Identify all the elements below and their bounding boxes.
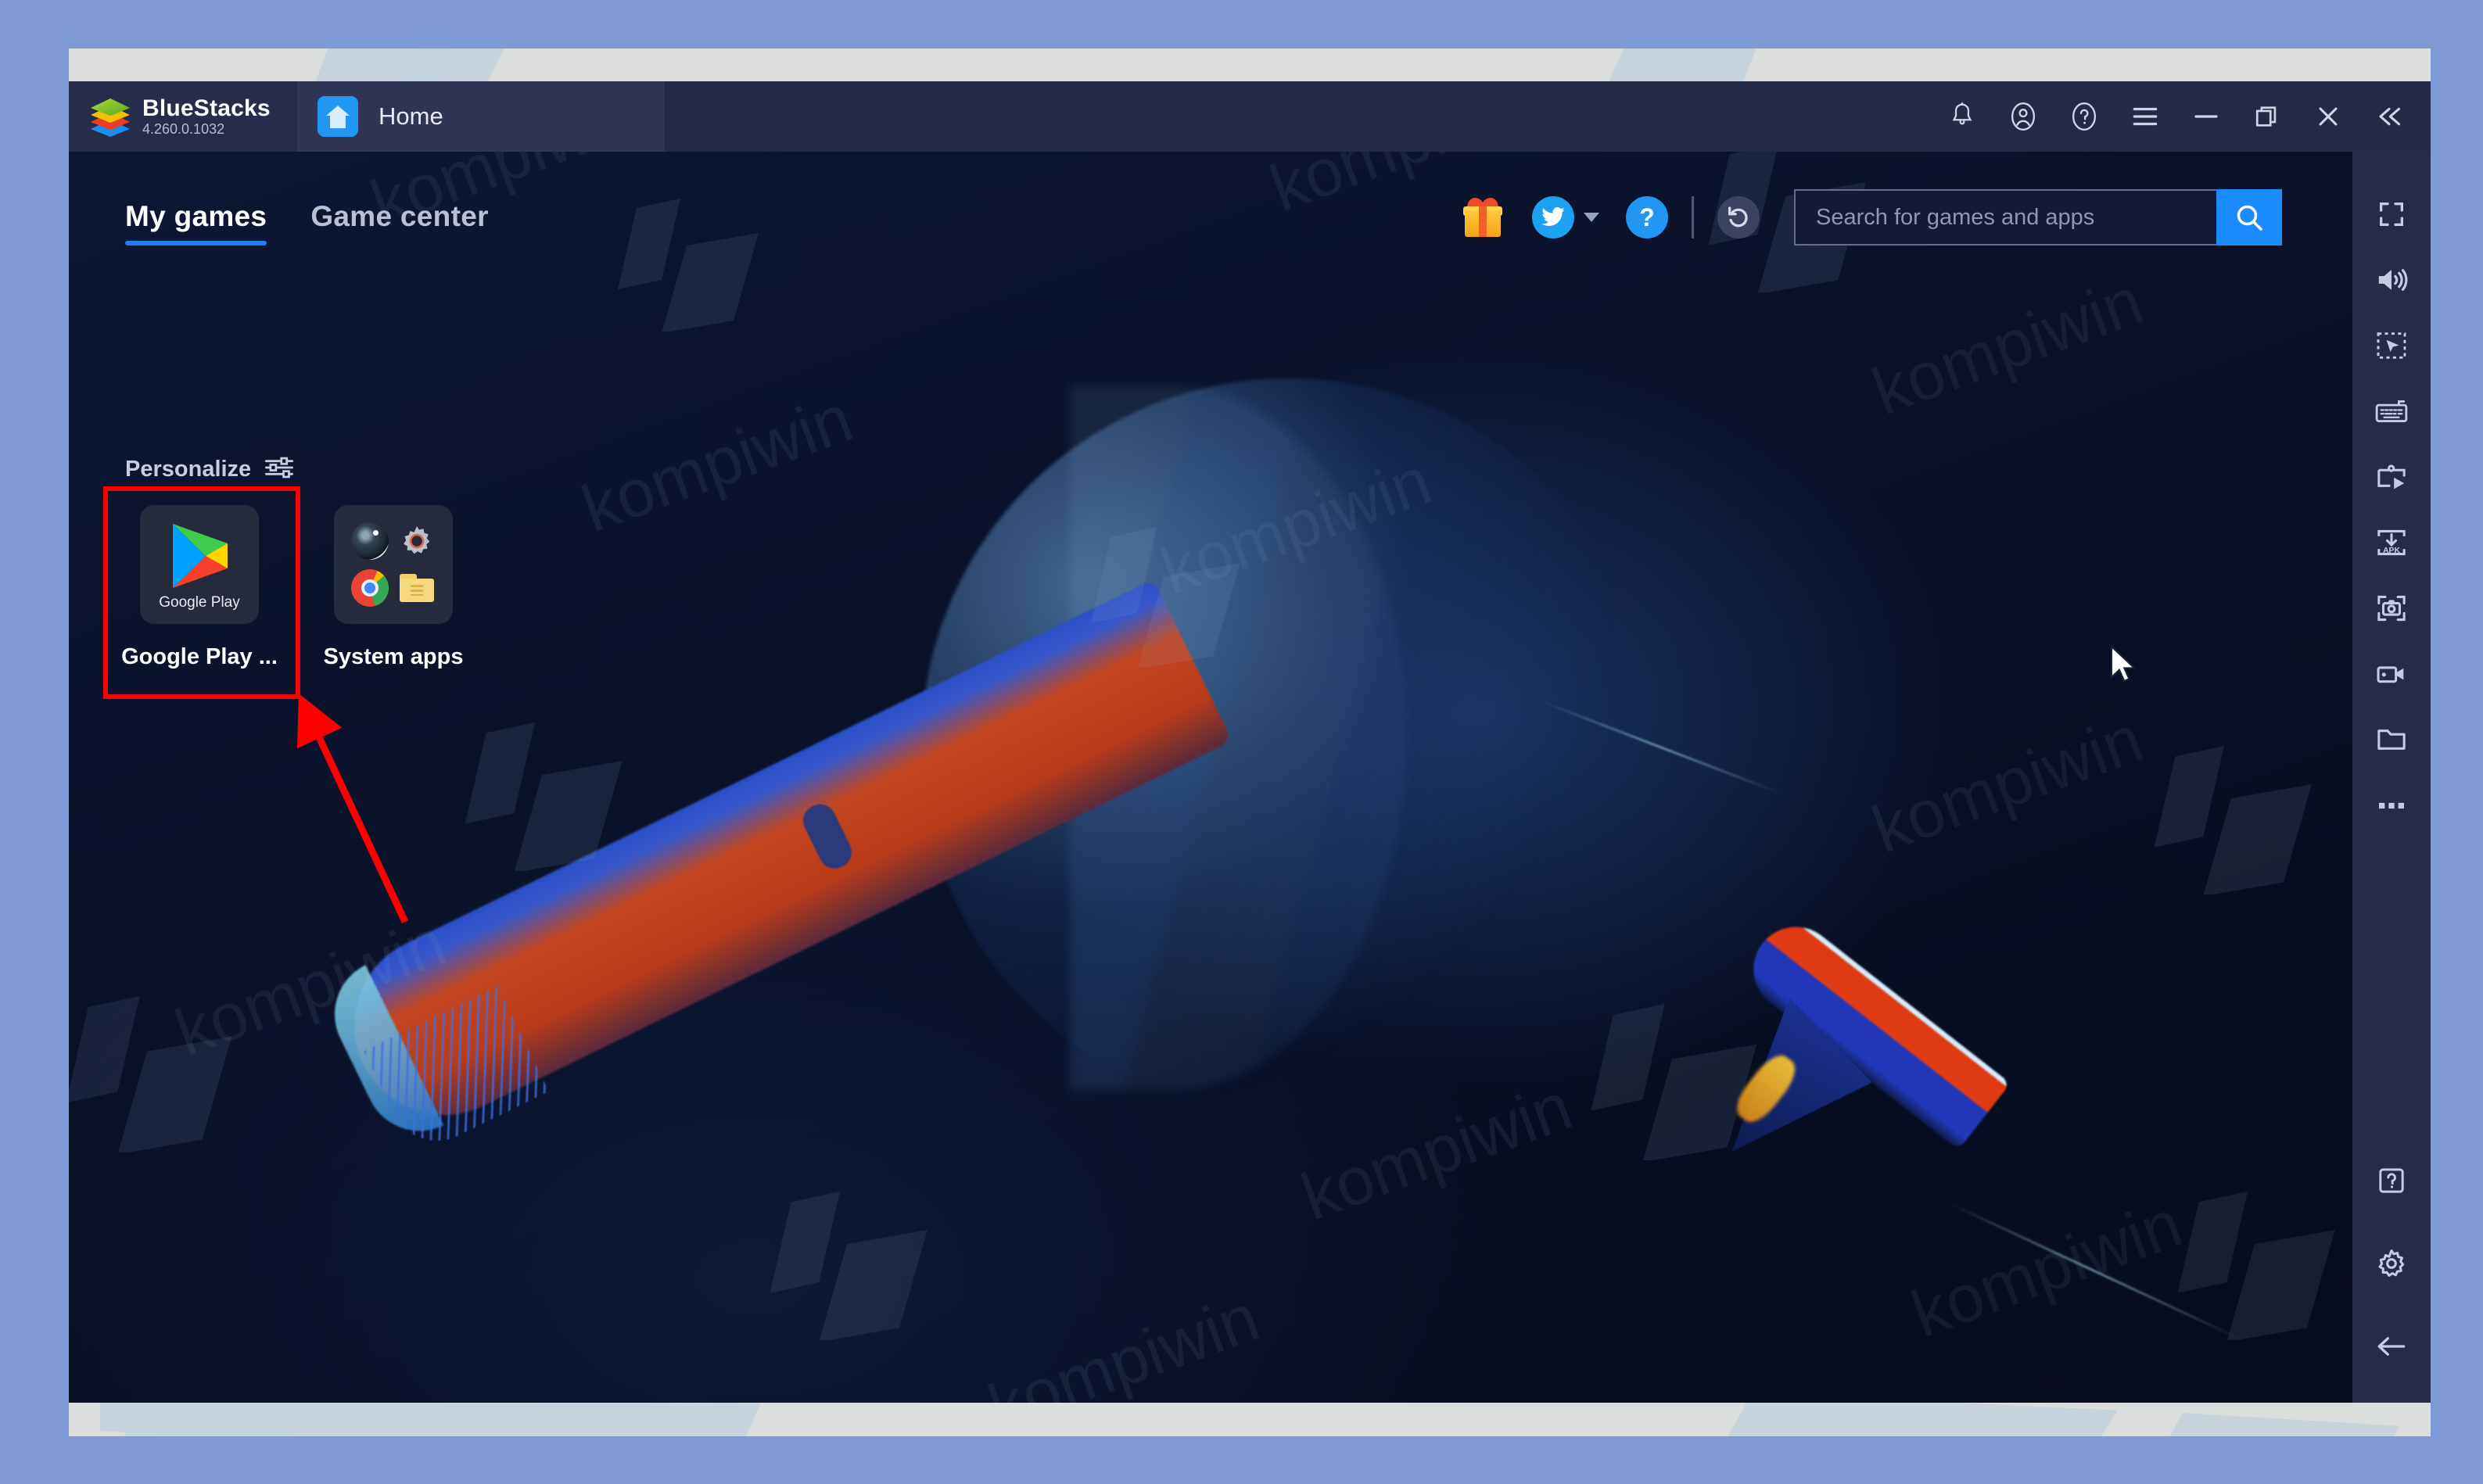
tab-game-center[interactable]: Game center bbox=[310, 200, 488, 246]
watermark-logo-icon bbox=[618, 199, 759, 332]
app-grid: Google Play Google Play ... System apps bbox=[109, 488, 483, 670]
bluestacks-window: BlueStacks 4.260.0.1032 Home kompiwin ko… bbox=[69, 81, 2431, 1403]
tab-home[interactable]: Home bbox=[297, 81, 665, 152]
chrome-icon bbox=[351, 569, 389, 607]
outer-frame: BlueStacks 4.260.0.1032 Home kompiwin ko… bbox=[0, 0, 2483, 1484]
collapse-icon[interactable] bbox=[2359, 81, 2420, 152]
content-area: kompiwin kompiwin kompiwin kompiwin komp… bbox=[69, 152, 2352, 1403]
more-icon[interactable] bbox=[2352, 772, 2431, 838]
google-play-tile[interactable]: Google Play bbox=[140, 505, 259, 624]
menu-icon[interactable] bbox=[2115, 81, 2176, 152]
bluestacks-logo-icon bbox=[89, 98, 131, 137]
app-google-play[interactable]: Google Play Google Play ... bbox=[109, 488, 289, 670]
search-input[interactable] bbox=[1816, 204, 2216, 231]
file-manager-icon bbox=[398, 569, 436, 607]
settings-gear-icon[interactable] bbox=[2352, 1231, 2431, 1296]
help-icon[interactable] bbox=[2054, 81, 2115, 152]
refresh-icon[interactable] bbox=[1717, 196, 1760, 238]
google-play-tile-label: Google Play bbox=[159, 594, 240, 611]
game-controls-icon[interactable] bbox=[2352, 313, 2431, 378]
settings-gear-icon bbox=[398, 522, 436, 560]
system-apps-tile[interactable] bbox=[334, 505, 453, 624]
media-manager-icon[interactable] bbox=[2352, 707, 2431, 772]
search-bar bbox=[1794, 189, 2282, 246]
watermark-logo-icon bbox=[2154, 746, 2312, 894]
camera-icon bbox=[351, 522, 389, 560]
minimize-icon[interactable] bbox=[2176, 81, 2237, 152]
tab-my-games-label: My games bbox=[125, 200, 267, 232]
help-box-icon[interactable] bbox=[2352, 1148, 2431, 1213]
app-system-apps[interactable]: System apps bbox=[303, 488, 483, 670]
home-icon bbox=[318, 96, 358, 137]
sliders-icon[interactable] bbox=[265, 457, 294, 482]
top-toolbar: ? bbox=[1463, 189, 2282, 246]
notifications-icon[interactable] bbox=[1932, 81, 1993, 152]
tab-home-label: Home bbox=[379, 102, 443, 130]
right-sidebar: APK bbox=[2352, 152, 2431, 1403]
screenshot-icon[interactable] bbox=[2352, 575, 2431, 641]
personalize-row[interactable]: Personalize bbox=[125, 457, 294, 482]
toolbar-divider bbox=[1692, 196, 1694, 238]
chevron-down-icon[interactable] bbox=[1584, 213, 1599, 222]
app-google-play-label: Google Play ... bbox=[121, 644, 278, 669]
app-system-apps-label: System apps bbox=[323, 644, 464, 669]
brand-version: 4.260.0.1032 bbox=[142, 121, 225, 138]
restore-icon[interactable] bbox=[2237, 81, 2298, 152]
close-icon[interactable] bbox=[2298, 81, 2359, 152]
svg-text:APK: APK bbox=[2383, 547, 2400, 555]
twitter-icon[interactable] bbox=[1532, 196, 1574, 238]
bluestacks-brand: BlueStacks 4.260.0.1032 bbox=[69, 81, 297, 152]
help-round-icon[interactable]: ? bbox=[1626, 196, 1668, 238]
watermark-logo-icon bbox=[69, 996, 232, 1152]
search-input-wrap[interactable] bbox=[1794, 189, 2216, 246]
window-controls bbox=[1932, 81, 2431, 152]
library-tabs: My games Game center bbox=[125, 200, 489, 246]
personalize-label: Personalize bbox=[125, 457, 252, 482]
screen-record-icon[interactable] bbox=[2352, 641, 2431, 707]
account-icon[interactable] bbox=[1993, 81, 2054, 152]
title-bar: BlueStacks 4.260.0.1032 Home bbox=[69, 81, 2431, 152]
tab-my-games[interactable]: My games bbox=[125, 200, 267, 246]
rocket-small bbox=[1587, 909, 2079, 1395]
install-apk-icon[interactable]: APK bbox=[2352, 510, 2431, 575]
volume-icon[interactable] bbox=[2352, 247, 2431, 313]
back-arrow-icon[interactable] bbox=[2352, 1314, 2431, 1379]
fullscreen-icon[interactable] bbox=[2352, 181, 2431, 247]
gift-icon[interactable] bbox=[1463, 195, 1502, 237]
search-button[interactable] bbox=[2216, 189, 2282, 246]
wallpaper: kompiwin kompiwin kompiwin kompiwin komp… bbox=[69, 152, 2352, 1403]
brand-name: BlueStacks bbox=[142, 95, 271, 121]
tab-game-center-label: Game center bbox=[310, 200, 489, 232]
macro-recorder-icon[interactable] bbox=[2352, 444, 2431, 510]
mouse-cursor bbox=[2111, 644, 2137, 683]
keyboard-icon[interactable] bbox=[2352, 378, 2431, 444]
